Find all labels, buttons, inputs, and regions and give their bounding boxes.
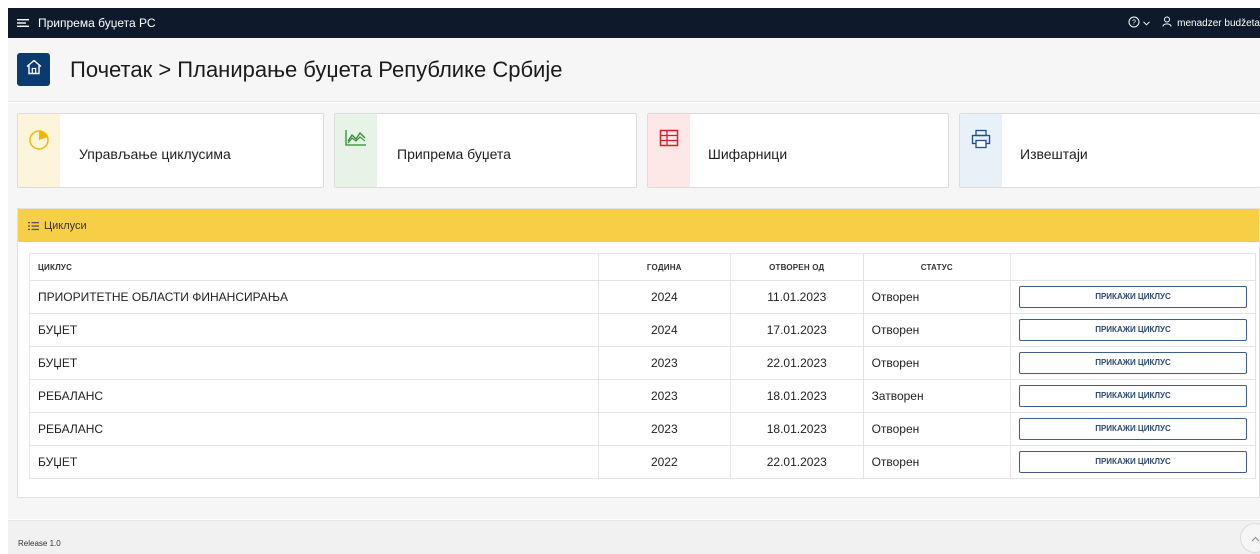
cell-cycle: РЕБАЛАНС [29,379,599,413]
scroll-to-top-button[interactable] [1240,523,1260,553]
cell-action: ПРИКАЖИ ЦИКЛУС [1010,313,1256,347]
column-header-year[interactable]: ГОДИНА [598,253,731,281]
cell-opened-from: 22.01.2023 [730,346,864,380]
page-footer: Release 1.0 [8,520,1260,554]
breadcrumb: Почетак > Планирање буџета Републике Срб… [70,57,563,82]
pie-chart-icon [28,129,50,187]
cell-cycle: ПРИОРИТЕТНЕ ОБЛАСТИ ФИНАНСИРАЊА [29,280,599,314]
card-icon-area [335,114,377,187]
user-name: menadzer budžeta [1177,17,1260,29]
cell-cycle: БУЏЕТ [29,313,599,347]
list-icon [28,221,39,231]
cell-status: Отворен [863,412,1012,446]
cell-status: Отворен [863,346,1012,380]
cell-opened-from: 17.01.2023 [730,313,864,347]
cell-action: ПРИКАЖИ ЦИКЛУС [1010,379,1256,413]
cell-year: 2023 [598,346,731,380]
cell-opened-from: 11.01.2023 [730,280,864,314]
cell-action: ПРИКАЖИ ЦИКЛУС [1010,346,1256,380]
cell-status: Отворен [863,313,1012,347]
cell-year: 2024 [598,313,731,347]
cell-cycle: РЕБАЛАНС [29,412,599,446]
card-label: Припрема буџета [397,146,511,162]
area-chart-icon [345,129,367,187]
column-header-opened-from[interactable]: ОТВОРЕН ОД [730,253,864,281]
home-icon [25,58,43,81]
card-label: Шифарници [708,146,788,162]
table-header-row: ЦИКЛУС ГОДИНА ОТВОРЕН ОД СТАТУС [29,253,1256,281]
show-cycle-button[interactable]: ПРИКАЖИ ЦИКЛУС [1019,352,1247,374]
show-cycle-button[interactable]: ПРИКАЖИ ЦИКЛУС [1019,319,1247,341]
cell-opened-from: 18.01.2023 [730,379,864,413]
cell-opened-from: 22.01.2023 [730,445,864,479]
cycles-table: ЦИКЛУС ГОДИНА ОТВОРЕН ОД СТАТУС ПРИОРИТЕ… [29,253,1256,479]
app-title[interactable]: Припрема буџета РС [38,16,156,30]
cell-action: ПРИКАЖИ ЦИКЛУС [1010,412,1256,446]
show-cycle-button[interactable]: ПРИКАЖИ ЦИКЛУС [1019,418,1247,440]
table-row: РЕБАЛАНС 2023 18.01.2023 Затворен ПРИКАЖ… [29,379,1256,413]
table-grid-icon [659,129,679,187]
chevron-down-icon [1143,18,1151,29]
cell-opened-from: 18.01.2023 [730,412,864,446]
printer-icon [971,129,991,187]
cell-action: ПРИКАЖИ ЦИКЛУС [1010,445,1256,479]
help-menu[interactable]: ? [1128,16,1151,31]
show-cycle-button[interactable]: ПРИКАЖИ ЦИКЛУС [1019,286,1247,308]
cell-year: 2024 [598,280,731,314]
cell-cycle: БУЏЕТ [29,346,599,380]
card-budget-preparation[interactable]: Припрема буџета [334,113,637,188]
hamburger-menu-icon[interactable] [12,8,34,38]
show-cycle-button[interactable]: ПРИКАЖИ ЦИКЛУС [1019,385,1247,407]
show-cycle-button[interactable]: ПРИКАЖИ ЦИКЛУС [1019,451,1247,473]
user-menu[interactable]: menadzer budžeta [1162,16,1260,30]
release-version: Release 1.0 [18,539,61,548]
table-row: ПРИОРИТЕТНЕ ОБЛАСТИ ФИНАНСИРАЊА 2024 11.… [29,280,1256,314]
cell-cycle: БУЏЕТ [29,445,599,479]
cell-status: Затворен [863,379,1012,413]
page-header: Почетак > Планирање буџета Републике Срб… [8,38,1260,102]
cycles-panel-header: Циклуси [18,209,1259,242]
cell-year: 2023 [598,379,731,413]
navigation-cards: Управљање циклусима Припрема буџета Шифа… [8,103,1260,201]
home-button[interactable] [17,53,50,86]
card-cycle-management[interactable]: Управљање циклусима [17,113,324,188]
table-row: БУЏЕТ 2023 22.01.2023 Отворен ПРИКАЖИ ЦИ… [29,346,1256,380]
card-label: Управљање циклусима [79,146,231,162]
user-icon [1162,16,1172,30]
svg-text:?: ? [1132,19,1136,26]
card-codebooks[interactable]: Шифарници [647,113,949,188]
column-header-status[interactable]: СТАТУС [863,253,1012,281]
chevron-up-icon [1251,529,1260,547]
cell-year: 2022 [598,445,731,479]
card-label: Извештаји [1020,146,1088,162]
card-icon-area [648,114,690,187]
card-icon-area [18,114,60,187]
column-header-action [1010,253,1256,281]
cell-status: Отворен [863,280,1012,314]
card-reports[interactable]: Извештаји [959,113,1260,188]
card-icon-area [960,114,1002,187]
help-circle-icon: ? [1128,16,1140,31]
column-header-cycle[interactable]: ЦИКЛУС [29,253,599,281]
table-row: БУЏЕТ 2024 17.01.2023 Отворен ПРИКАЖИ ЦИ… [29,313,1256,347]
cell-action: ПРИКАЖИ ЦИКЛУС [1010,280,1256,314]
table-row: БУЏЕТ 2022 22.01.2023 Отворен ПРИКАЖИ ЦИ… [29,445,1256,479]
cycles-panel: Циклуси ЦИКЛУС ГОДИНА ОТВОРЕН ОД СТАТУС … [17,208,1260,498]
cycles-panel-title: Циклуси [44,219,87,232]
cell-year: 2023 [598,412,731,446]
cell-status: Отворен [863,445,1012,479]
top-navigation-bar: Припрема буџета РС ? menadzer budžeta [8,8,1260,38]
table-row: РЕБАЛАНС 2023 18.01.2023 Отворен ПРИКАЖИ… [29,412,1256,446]
